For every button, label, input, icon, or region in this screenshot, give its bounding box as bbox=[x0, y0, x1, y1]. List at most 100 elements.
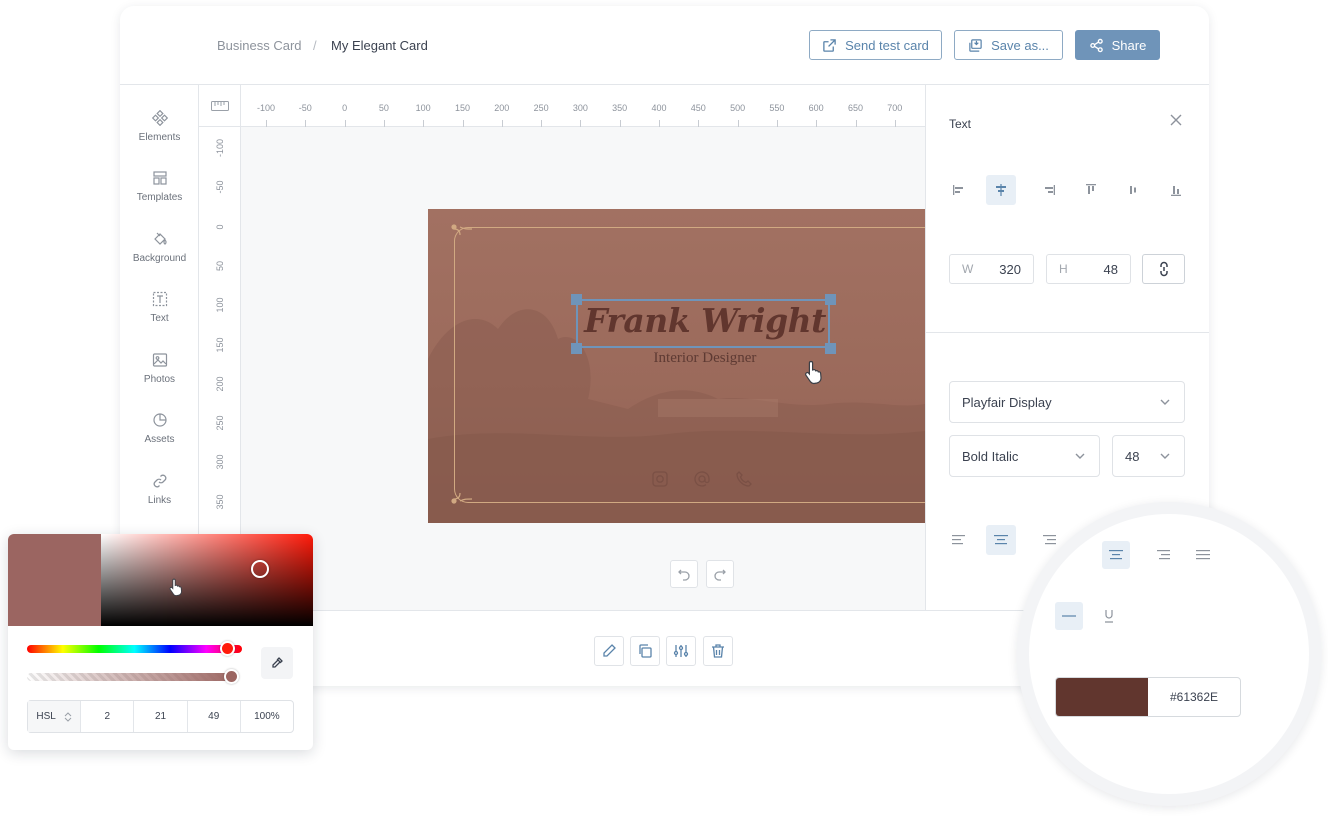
adjust-button[interactable] bbox=[666, 636, 696, 666]
header: Business Card / My Elegant Card Send tes… bbox=[120, 6, 1209, 85]
sidebar-item-label: Templates bbox=[136, 192, 183, 203]
underline-icon bbox=[1105, 610, 1113, 623]
business-card[interactable]: Frank Wright Interior Designer bbox=[428, 209, 925, 523]
align-top-button[interactable] bbox=[1076, 175, 1106, 205]
ruler-tick-mark bbox=[423, 120, 425, 127]
text-justify-button[interactable] bbox=[1189, 541, 1217, 569]
pencil-icon bbox=[603, 644, 616, 657]
hand-cursor-icon bbox=[169, 578, 182, 597]
color-values-row: HSL 2 21 49 100% bbox=[27, 700, 294, 733]
font-family-select[interactable]: Playfair Display bbox=[949, 381, 1185, 423]
elements-icon bbox=[151, 110, 168, 126]
align-right-button[interactable] bbox=[1034, 175, 1064, 205]
saturation-value-area[interactable] bbox=[101, 534, 313, 626]
lightness-input[interactable]: 49 bbox=[186, 701, 240, 732]
ruler-tick-mark bbox=[580, 120, 582, 127]
strikethrough-button[interactable] bbox=[1055, 602, 1083, 630]
send-test-card-button[interactable]: Send test card bbox=[809, 30, 942, 60]
text-color-hex[interactable]: #61362E bbox=[1148, 678, 1240, 716]
redo-icon bbox=[714, 569, 726, 581]
text-align-center-button[interactable] bbox=[1102, 541, 1130, 569]
sidebar-item-text[interactable]: Text bbox=[120, 291, 199, 341]
paint-bucket-icon bbox=[153, 232, 167, 245]
color-mode-select[interactable]: HSL bbox=[28, 701, 81, 732]
saturation-input[interactable]: 21 bbox=[133, 701, 186, 732]
align-top-icon bbox=[1086, 184, 1096, 194]
color-mode-value: HSL bbox=[36, 711, 56, 722]
breadcrumb-root[interactable]: Business Card bbox=[217, 38, 302, 53]
hue-slider-handle[interactable] bbox=[220, 641, 235, 656]
font-style-select[interactable]: Bold Italic bbox=[949, 435, 1100, 477]
panel-title: Text bbox=[949, 117, 972, 131]
selection-box[interactable] bbox=[576, 299, 830, 348]
text-align-right-icon bbox=[1157, 550, 1170, 560]
ruler-toggle[interactable] bbox=[199, 85, 241, 127]
undo-button[interactable] bbox=[670, 560, 698, 588]
ruler-tick-label: 100 bbox=[215, 297, 225, 313]
alpha-slider[interactable] bbox=[27, 673, 237, 681]
font-size-select[interactable]: 48 bbox=[1112, 435, 1185, 477]
alpha-slider-handle[interactable] bbox=[224, 669, 239, 684]
text-align-center-icon bbox=[1109, 550, 1123, 560]
aspect-lock-button[interactable] bbox=[1142, 254, 1185, 284]
delete-button[interactable] bbox=[703, 636, 733, 666]
instagram-icon bbox=[652, 471, 668, 487]
ruler-tick-label: 350 bbox=[215, 494, 225, 510]
width-field[interactable]: W 320 bbox=[949, 254, 1034, 284]
resize-handle[interactable] bbox=[571, 294, 582, 305]
hue-input[interactable]: 2 bbox=[80, 701, 133, 732]
resize-handle[interactable] bbox=[571, 343, 582, 354]
text-align-center-button[interactable] bbox=[986, 525, 1016, 555]
share-button[interactable]: Share bbox=[1075, 30, 1160, 60]
hue-slider[interactable] bbox=[27, 645, 242, 653]
align-middle-button[interactable] bbox=[1118, 175, 1148, 205]
text-align-left-button[interactable] bbox=[944, 525, 974, 555]
breadcrumb-separator: / bbox=[313, 38, 317, 53]
sidebar-item-templates[interactable]: Templates bbox=[120, 170, 199, 220]
text-align-center-icon bbox=[994, 535, 1008, 545]
ruler-tick-mark bbox=[619, 120, 621, 127]
sidebar-item-assets[interactable]: Assets bbox=[120, 412, 199, 462]
close-icon[interactable] bbox=[1169, 113, 1183, 127]
duplicate-button[interactable] bbox=[630, 636, 660, 666]
underline-button[interactable] bbox=[1095, 602, 1123, 630]
ruler-tick-mark bbox=[501, 120, 503, 127]
ruler-tick-label: 150 bbox=[215, 336, 225, 353]
edit-button[interactable] bbox=[594, 636, 624, 666]
sidebar-item-links[interactable]: Links bbox=[120, 473, 199, 523]
save-as-button[interactable]: Save as... bbox=[954, 30, 1063, 60]
align-left-icon bbox=[953, 185, 963, 195]
sidebar-item-photos[interactable]: Photos bbox=[120, 352, 199, 402]
external-link-icon bbox=[823, 38, 836, 52]
chain-link-icon bbox=[1159, 261, 1168, 277]
ruler-tick-label: 250 bbox=[533, 103, 549, 113]
alpha-input[interactable]: 100% bbox=[239, 701, 293, 732]
panel-divider bbox=[926, 332, 1209, 333]
trash-icon bbox=[712, 644, 724, 658]
resize-handle[interactable] bbox=[825, 343, 836, 354]
resize-handle[interactable] bbox=[825, 294, 836, 305]
align-left-button[interactable] bbox=[944, 175, 974, 205]
ruler-tick-mark bbox=[776, 120, 778, 127]
sidebar-item-elements[interactable]: Elements bbox=[120, 110, 199, 160]
align-center-h-button[interactable] bbox=[986, 175, 1016, 205]
card-role-text[interactable]: Interior Designer bbox=[575, 350, 835, 367]
text-color-swatch[interactable] bbox=[1056, 678, 1148, 716]
sidebar-item-label: Background bbox=[132, 253, 187, 264]
ruler-tick-mark bbox=[383, 120, 385, 127]
ruler-tick-mark bbox=[344, 120, 346, 127]
height-field[interactable]: H 48 bbox=[1046, 254, 1131, 284]
save-icon bbox=[969, 38, 982, 52]
send-test-card-label: Send test card bbox=[845, 37, 929, 53]
ruler-tick-mark bbox=[266, 120, 267, 127]
redo-button[interactable] bbox=[706, 560, 734, 588]
text-align-right-button[interactable] bbox=[1149, 541, 1177, 569]
link-icon bbox=[153, 474, 166, 488]
saturation-value-handle[interactable] bbox=[251, 560, 269, 578]
eyedropper-button[interactable] bbox=[261, 647, 293, 679]
sidebar-item-background[interactable]: Background bbox=[120, 231, 199, 281]
text-color-field[interactable]: #61362E bbox=[1055, 677, 1241, 717]
sidebar-item-label: Elements bbox=[138, 132, 181, 143]
save-as-label: Save as... bbox=[991, 37, 1049, 53]
align-bottom-button[interactable] bbox=[1161, 175, 1191, 205]
